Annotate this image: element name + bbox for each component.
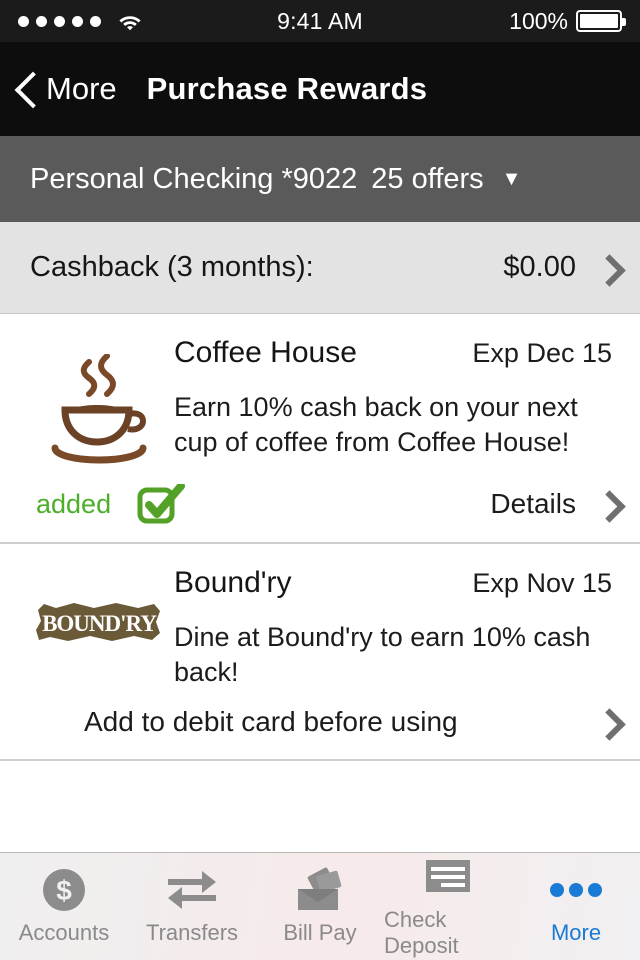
chevron-left-icon: [16, 72, 36, 106]
boundry-logo: BOUND'RY: [36, 603, 160, 641]
offer-logo: BOUND'RY: [24, 566, 174, 689]
transfer-arrows-icon: [166, 867, 218, 913]
offers-count-label: 25 offers: [371, 162, 484, 195]
account-name-label: Personal Checking *9022: [30, 162, 358, 195]
tab-bill-pay-label: Bill Pay: [283, 920, 357, 945]
offer-logo: [24, 336, 174, 470]
tab-accounts[interactable]: $ Accounts: [0, 853, 128, 960]
offer-header: Coffee House Exp Dec 15: [174, 336, 612, 370]
offer-card[interactable]: Coffee House Exp Dec 15 Earn 10% cash ba…: [0, 314, 640, 544]
offer-description: Earn 10% cash back on your next cup of c…: [174, 392, 578, 457]
offer-merchant-name: Bound'ry: [174, 566, 292, 599]
page-title: Purchase Rewards: [146, 71, 428, 106]
back-button[interactable]: More: [16, 71, 117, 107]
add-to-debit-card-label: Add to debit card before using: [84, 706, 458, 738]
offer-content: Coffee House Exp Dec 15 Earn 10% cash ba…: [0, 314, 640, 470]
navigation-bar: More Purchase Rewards: [0, 42, 640, 136]
status-bar-time: 9:41 AM: [277, 7, 363, 34]
checkbox-checked-icon[interactable]: [137, 482, 186, 524]
offer-header: Bound'ry Exp Nov 15: [174, 566, 612, 600]
offer-body: Bound'ry Exp Nov 15 Dine at Bound'ry to …: [174, 566, 616, 689]
tab-more[interactable]: More: [512, 853, 640, 960]
dollar-circle-icon: $: [41, 867, 87, 913]
offers-list: Coffee House Exp Dec 15 Earn 10% cash ba…: [0, 314, 640, 852]
app-screen: 9:41 AM 100% More Purchase Rewards Perso…: [0, 0, 640, 960]
chevron-right-icon: [598, 489, 616, 519]
offer-details-label: Details: [490, 488, 576, 519]
tab-transfers[interactable]: Transfers: [128, 853, 256, 960]
ellipsis-icon: [549, 867, 603, 913]
svg-text:$: $: [56, 875, 72, 906]
offer-content: BOUND'RY Bound'ry Exp Nov 15 Dine at Bou…: [0, 544, 640, 689]
check-lines-icon: [422, 854, 474, 900]
offer-action-row[interactable]: added Details: [0, 470, 640, 542]
chevron-down-icon: ▼: [501, 168, 522, 190]
offer-description: Dine at Bound'ry to earn 10% cash back!: [174, 622, 591, 687]
cashback-label: Cashback (3 months):: [30, 251, 314, 283]
tab-transfers-label: Transfers: [145, 920, 239, 945]
cashback-row[interactable]: Cashback (3 months): $0.00: [0, 222, 640, 314]
offer-merchant-name: Coffee House: [174, 336, 357, 369]
offer-status-label: added: [36, 488, 112, 519]
offer-body: Coffee House Exp Dec 15 Earn 10% cash ba…: [174, 336, 616, 470]
chevron-right-icon: [598, 253, 616, 283]
tab-accounts-label: Accounts: [18, 920, 110, 945]
offer-details-button[interactable]: Details: [490, 488, 616, 520]
cashback-amount: $0.00: [503, 251, 576, 283]
tab-bar: $ Accounts Transfers Bill Pay Check Depo…: [0, 852, 640, 960]
tab-bill-pay[interactable]: Bill Pay: [256, 853, 384, 960]
offer-expiry: Exp Dec 15: [472, 338, 612, 368]
tab-check-deposit[interactable]: Check Deposit: [384, 853, 512, 960]
tab-more-label: More: [550, 920, 602, 945]
tab-check-deposit-label: Check Deposit: [384, 907, 459, 958]
offer-card[interactable]: BOUND'RY Bound'ry Exp Nov 15 Dine at Bou…: [0, 544, 640, 762]
battery-full-icon: [576, 10, 626, 32]
chevron-right-icon: [598, 707, 616, 737]
offer-action-row[interactable]: Add to debit card before using: [0, 689, 640, 759]
status-bar: 9:41 AM 100%: [0, 0, 640, 42]
account-selector[interactable]: Personal Checking *9022 25 offers ▼: [0, 136, 640, 222]
back-button-label: More: [46, 71, 117, 106]
coffee-cup-icon: [51, 354, 147, 464]
boundry-logo-text: BOUND'RY: [42, 611, 157, 636]
offer-expiry: Exp Nov 15: [472, 568, 612, 598]
envelope-icon: [294, 867, 346, 913]
